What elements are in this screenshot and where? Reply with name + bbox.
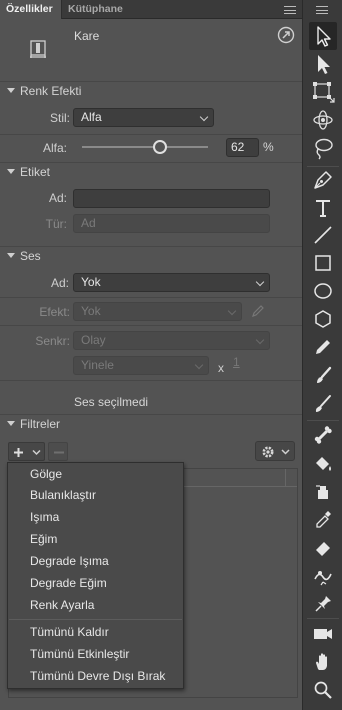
remove-filter-button[interactable]: [48, 442, 68, 461]
menu-item-gradient-bevel[interactable]: Degrade Eğim: [30, 573, 107, 593]
sound-effect-label: Efekt:: [39, 305, 70, 319]
alpha-input[interactable]: 62: [226, 138, 259, 157]
menu-separator: [9, 619, 182, 620]
filter-list-column-divider: [285, 469, 286, 487]
sound-effect-value: Yok: [81, 304, 101, 318]
free-transform-tool-icon[interactable]: [309, 77, 337, 105]
selection-tool-icon[interactable]: [309, 22, 337, 50]
document-header: Kare: [0, 20, 302, 82]
menu-item-blur[interactable]: Bulanıklaştır: [30, 485, 96, 505]
eyedropper-tool-icon[interactable]: [309, 505, 337, 533]
menu-item-enable-all[interactable]: Tümünü Etkinleştir: [30, 644, 129, 664]
chevron-down-icon: [227, 306, 237, 316]
label-name-input[interactable]: [73, 189, 270, 208]
label-name-label: Ad:: [48, 191, 67, 205]
label-type-value: Ad: [81, 216, 96, 230]
add-filter-button[interactable]: [8, 442, 45, 461]
section-title: Filtreler: [20, 417, 61, 431]
label-type-label: Tür:: [45, 217, 67, 231]
add-filter-menu: Gölge Bulanıklaştır Işıma Eğim Degrade I…: [7, 462, 184, 689]
brush-tool-icon[interactable]: [309, 390, 337, 418]
subselection-tool-icon[interactable]: [309, 50, 337, 78]
section-color-effect[interactable]: Renk Efekti: [0, 82, 302, 100]
style-select[interactable]: Alfa: [73, 108, 214, 127]
menu-item-glow[interactable]: Işıma: [30, 507, 59, 527]
collapse-caret-icon: [7, 169, 15, 174]
sound-name-label: Ad:: [50, 276, 69, 290]
tab-properties[interactable]: Özellikler: [0, 0, 62, 19]
alpha-unit: %: [263, 140, 274, 154]
chevron-down-icon: [255, 335, 265, 345]
eraser-tool-icon[interactable]: [309, 533, 337, 561]
alpha-label: Alfa:: [42, 141, 67, 155]
filter-options-button[interactable]: [255, 441, 295, 461]
tab-library[interactable]: Kütüphane: [62, 0, 128, 19]
label-type-select: Ad: [73, 214, 270, 233]
hand-tool-icon[interactable]: [309, 648, 337, 676]
camera-tool-icon[interactable]: [309, 620, 337, 648]
collapse-caret-icon: [7, 421, 15, 426]
tools-menu-icon[interactable]: [316, 6, 328, 14]
repeat-count: 1: [233, 355, 240, 369]
section-sound[interactable]: Ses: [0, 247, 302, 265]
document-icon: [28, 39, 48, 59]
paint-brush-tool-icon[interactable]: [309, 362, 337, 390]
pin-tool-icon[interactable]: [309, 590, 337, 618]
oval-tool-icon[interactable]: [309, 277, 337, 305]
collapse-caret-icon: [7, 253, 15, 258]
width-tool-icon[interactable]: [309, 562, 337, 590]
rectangle-tool-icon[interactable]: [309, 249, 337, 277]
pen-tool-icon[interactable]: [309, 166, 337, 194]
bone-tool-icon[interactable]: [309, 421, 337, 449]
menu-item-gradient-glow[interactable]: Degrade Işıma: [30, 551, 109, 571]
3d-rotation-tool-icon[interactable]: [309, 106, 337, 134]
menu-item-adjust-color[interactable]: Renk Ayarla: [30, 595, 94, 615]
chevron-down-icon: [199, 112, 209, 122]
chevron-down-icon: [255, 277, 265, 287]
edit-effect-pencil-icon: [251, 304, 265, 318]
sound-status: Ses seçilmedi: [74, 395, 149, 409]
document-name: Kare: [74, 29, 100, 43]
sound-sync-value: Olay: [81, 333, 106, 347]
menu-item-remove-all[interactable]: Tümünü Kaldır: [30, 622, 109, 642]
tools-panel: [302, 0, 342, 710]
panel-menu-icon[interactable]: [284, 6, 296, 14]
menu-item-disable-all[interactable]: Tümünü Devre Dışı Bırak: [30, 666, 165, 686]
chevron-down-icon: [194, 360, 204, 370]
section-title: Ses: [20, 249, 41, 263]
polystar-tool-icon[interactable]: [309, 305, 337, 333]
alpha-slider-track: [82, 146, 208, 148]
repeat-x-label: x: [218, 361, 224, 375]
sound-sync-select: Olay: [73, 331, 270, 350]
collapse-caret-icon: [7, 88, 15, 93]
sound-effect-select: Yok: [73, 302, 242, 321]
properties-panel: Özellikler Kütüphane Kare Renk Efekti St…: [0, 0, 302, 710]
alpha-slider[interactable]: [82, 139, 208, 155]
menu-item-drop-shadow[interactable]: Gölge: [30, 464, 62, 484]
sound-name-value: Yok: [81, 275, 101, 289]
zoom-tool-icon[interactable]: [309, 676, 337, 704]
pencil-tool-icon[interactable]: [309, 333, 337, 361]
sound-sync-label: Senkr:: [35, 334, 70, 348]
section-title: Renk Efekti: [20, 84, 82, 98]
sound-name-select[interactable]: Yok: [73, 273, 270, 292]
alpha-slider-thumb[interactable]: [153, 140, 167, 154]
text-tool-icon[interactable]: [309, 194, 337, 222]
style-value: Alfa: [81, 110, 102, 124]
line-tool-icon[interactable]: [309, 221, 337, 249]
section-filters[interactable]: Filtreler: [0, 415, 302, 433]
paint-bucket-tool-icon[interactable]: [309, 450, 337, 478]
sound-repeat-value: Yinele: [81, 358, 114, 372]
goto-icon[interactable]: [277, 26, 295, 44]
section-label[interactable]: Etiket: [0, 163, 302, 181]
style-label: Stil:: [49, 111, 70, 125]
ink-bottle-tool-icon[interactable]: [309, 477, 337, 505]
lasso-tool-icon[interactable]: [309, 134, 337, 162]
section-title: Etiket: [20, 165, 51, 179]
tab-bar: Özellikler Kütüphane: [0, 0, 302, 19]
menu-item-bevel[interactable]: Eğim: [30, 529, 57, 549]
sound-repeat-select: Yinele: [73, 356, 209, 375]
